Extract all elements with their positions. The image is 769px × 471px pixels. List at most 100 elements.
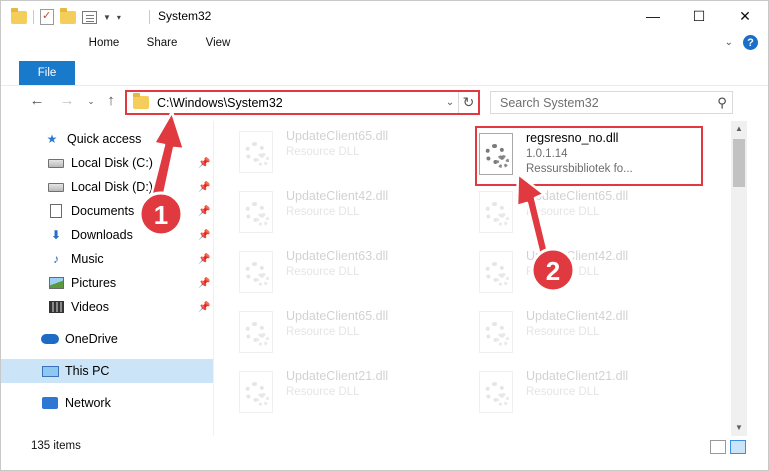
disk-icon-wrap (47, 180, 65, 194)
folder-icon[interactable] (11, 7, 27, 24)
highlight-box (475, 126, 703, 186)
file-item[interactable]: UpdateClient42.dll Resource DLL (239, 185, 469, 237)
pin-icon[interactable]: 📌 (198, 182, 210, 193)
file-name: UpdateClient65.dll (526, 189, 629, 203)
scroll-down-icon[interactable]: ▼ (731, 420, 747, 436)
properties-icon[interactable] (40, 9, 54, 25)
pane-divider (213, 121, 214, 436)
nav-item-label: Music (71, 252, 104, 266)
tab-view[interactable]: View (195, 31, 241, 55)
ribbon-divider (1, 85, 768, 86)
file-name: UpdateClient42.dll (526, 309, 629, 323)
item-count: 135 items (31, 440, 81, 452)
chevron-down-icon[interactable]: ⌄ (442, 97, 458, 108)
nav-item-label: Pictures (71, 276, 117, 290)
nav-item-label: OneDrive (65, 332, 118, 346)
pictures-icon-wrap (47, 276, 65, 290)
close-button[interactable]: ✕ (722, 1, 768, 31)
address-path[interactable]: C:\Windows\System32 (157, 96, 442, 110)
pin-icon[interactable]: 📌 (198, 254, 210, 265)
file-item[interactable]: UpdateClient21.dll Resource DLL (479, 365, 709, 417)
search-icon[interactable]: ⚲ (712, 95, 732, 111)
up-arrow-icon[interactable]: ↑ (101, 92, 121, 109)
nav-item-documents[interactable]: Documents 📌 (1, 199, 213, 223)
minimize-button[interactable]: — (630, 1, 676, 31)
file-item[interactable]: UpdateClient65.dll Resource DLL (239, 125, 469, 177)
file-name: UpdateClient65.dll (286, 129, 389, 143)
details-view-icon[interactable] (710, 440, 726, 454)
status-bar: 135 items (1, 437, 768, 459)
ribbon-right-controls: ⌄ ? (725, 35, 758, 50)
view-options-icon[interactable] (82, 10, 97, 24)
file-item[interactable]: UpdateClient21.dll Resource DLL (239, 365, 469, 417)
folder-icon (133, 93, 149, 109)
back-arrow-icon[interactable]: ← (27, 92, 47, 109)
quick-access-toolbar: ▼ ▾ (11, 7, 121, 25)
dll-file-icon (239, 371, 273, 413)
forward-arrow-icon[interactable]: → (57, 92, 77, 109)
tab-home[interactable]: Home (81, 31, 127, 55)
file-type: Resource DLL (526, 206, 600, 218)
nav-item-onedrive[interactable]: OneDrive (1, 327, 213, 351)
tab-share[interactable]: Share (139, 31, 185, 55)
nav-item-quick-access[interactable]: ★ Quick access (1, 127, 213, 151)
nav-item-videos[interactable]: Videos 📌 (1, 295, 213, 319)
file-item[interactable]: UpdateClient65.dll Resource DLL (479, 185, 709, 237)
pin-icon[interactable]: 📌 (198, 158, 210, 169)
nav-item-label: Network (65, 396, 111, 410)
view-switcher (710, 440, 746, 454)
file-item[interactable]: UpdateClient42.dll Resource DLL (479, 305, 709, 357)
search-box[interactable]: ⚲ (490, 91, 733, 114)
file-name: UpdateClient42.dll (286, 189, 389, 203)
nav-item-music[interactable]: ♪ Music 📌 (1, 247, 213, 271)
videos-icon (48, 301, 64, 313)
file-item[interactable]: UpdateClient63.dll Resource DLL (239, 245, 469, 297)
new-folder-icon[interactable] (60, 7, 76, 24)
dll-file-icon (239, 311, 273, 353)
refresh-icon[interactable]: ↻ (458, 92, 478, 113)
file-name: UpdateClient21.dll (526, 369, 629, 383)
toolbar-separator (33, 10, 34, 24)
nav-item-this-pc[interactable]: This PC (1, 359, 213, 383)
disk-icon (48, 182, 64, 192)
nav-item-label: Quick access (67, 132, 142, 146)
pin-icon[interactable]: 📌 (198, 302, 210, 313)
this-pc-icon (41, 365, 59, 377)
file-name: UpdateClient63.dll (286, 249, 389, 263)
help-icon[interactable]: ? (743, 35, 758, 50)
file-type: Resource DLL (286, 386, 360, 398)
nav-item-downloads[interactable]: ⬇ Downloads 📌 (1, 223, 213, 247)
recent-locations-icon[interactable]: ⌄ (81, 96, 101, 107)
address-bar[interactable]: C:\Windows\System32 ⌄ ↻ (125, 90, 480, 115)
file-type: Resource DLL (286, 266, 360, 278)
scroll-up-icon[interactable]: ▲ (731, 121, 747, 137)
file-item[interactable]: UpdateClient65.dll Resource DLL (239, 305, 469, 357)
nav-item-pictures[interactable]: Pictures 📌 (1, 271, 213, 295)
title-bar: ▼ ▾ System32 — ☐ ✕ (1, 1, 768, 31)
nav-item-local-disk-c[interactable]: Local Disk (C:) 📌 (1, 151, 213, 175)
scrollbar-thumb[interactable] (733, 139, 745, 187)
customize-toolbar-icon[interactable]: ▾ (117, 13, 121, 22)
nav-item-local-disk-d[interactable]: Local Disk (D:) 📌 (1, 175, 213, 199)
disk-icon (48, 158, 64, 168)
search-input[interactable] (500, 95, 712, 110)
nav-item-network[interactable]: Network (1, 391, 213, 415)
network-icon-wrap (41, 396, 59, 410)
tab-file[interactable]: File (19, 61, 75, 85)
pin-icon[interactable]: 📌 (198, 230, 210, 241)
vertical-scrollbar[interactable]: ▲ ▼ (731, 121, 747, 436)
file-type: Resource DLL (526, 266, 600, 278)
dll-file-icon (479, 371, 513, 413)
chevron-down-icon[interactable]: ▼ (103, 13, 111, 22)
file-item[interactable]: UpdateClient42.dll Resource DLL (479, 245, 709, 297)
explorer-window: ▼ ▾ System32 — ☐ ✕ File Home Share View … (0, 0, 769, 471)
network-icon (42, 397, 58, 409)
pin-icon[interactable]: 📌 (198, 206, 210, 217)
pictures-icon (48, 277, 64, 289)
pin-icon[interactable]: 📌 (198, 278, 210, 289)
navigation-pane: ★ Quick access Local Disk (C:) 📌 Local D… (1, 121, 213, 426)
large-icons-view-icon[interactable] (730, 440, 746, 454)
window-controls: — ☐ ✕ (630, 1, 768, 31)
maximize-button[interactable]: ☐ (676, 1, 722, 31)
expand-ribbon-icon[interactable]: ⌄ (725, 37, 733, 48)
